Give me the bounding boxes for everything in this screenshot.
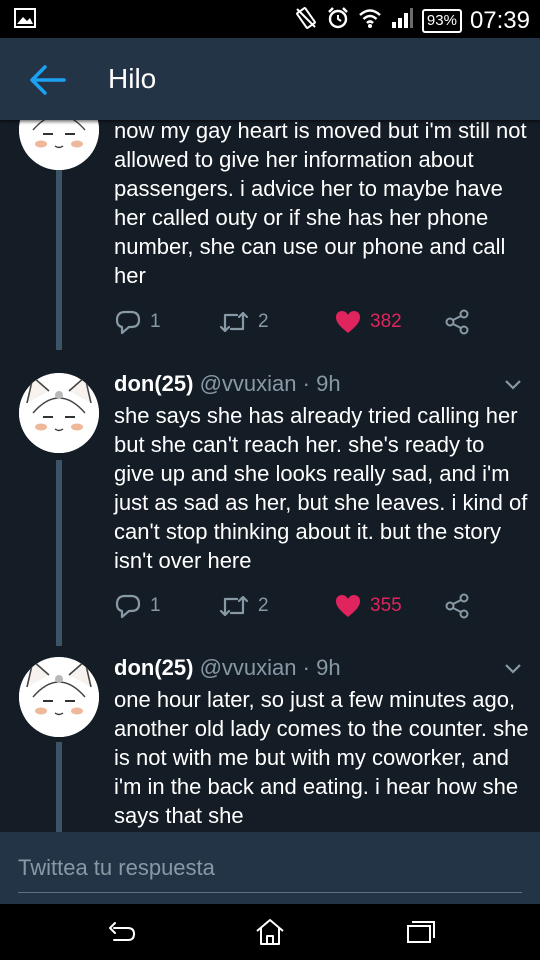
avatar[interactable] (19, 657, 99, 737)
home-nav-icon[interactable] (254, 918, 286, 946)
system-nav-bar (0, 904, 540, 960)
tweet-author-name[interactable]: don(25) (114, 371, 193, 396)
retweet-count: 2 (258, 595, 269, 616)
avatar[interactable] (19, 120, 99, 170)
reply-count: 1 (150, 311, 161, 332)
tweet-text: she says she has already tried calling h… (114, 403, 528, 573)
tweet-text: one hour later, so just a few minutes ag… (114, 687, 529, 828)
chevron-down-icon[interactable] (504, 379, 522, 391)
like-button[interactable]: 355 (334, 591, 402, 621)
reply-button[interactable]: 1 (114, 591, 161, 621)
heart-icon (336, 311, 360, 333)
reply-input-underline (18, 892, 522, 893)
share-button[interactable] (444, 591, 470, 621)
tweet-thread[interactable]: now my gay heart is moved but i'm still … (0, 120, 540, 832)
recents-nav-icon[interactable] (404, 918, 436, 946)
like-count: 382 (370, 311, 402, 332)
image-icon (14, 8, 36, 33)
wifi-icon (358, 7, 382, 34)
alarm-icon (326, 6, 350, 35)
header: Hilo (0, 38, 540, 120)
tweet-header: don(25) @vvuxian · 9h (114, 370, 341, 398)
share-icon (445, 593, 469, 619)
tweet-text: now my gay heart is moved but i'm still … (114, 120, 527, 288)
tweet-time: · 9h (302, 655, 341, 680)
tweet-header: don(25) @vvuxian · 9h (114, 654, 341, 682)
thread-connector (56, 170, 62, 350)
reply-count: 1 (150, 595, 161, 616)
avatar[interactable] (19, 373, 99, 453)
page-title: Hilo (108, 63, 157, 94)
heart-icon (336, 595, 360, 617)
back-nav-icon[interactable] (106, 918, 138, 946)
reply-button[interactable]: 1 (114, 307, 161, 337)
reply-icon (115, 310, 141, 335)
tweet-author-handle[interactable]: @vvuxian (200, 371, 297, 396)
tweet-time: · 9h (302, 371, 341, 396)
retweet-icon (219, 595, 249, 617)
share-button[interactable] (444, 307, 470, 337)
thread-connector (56, 460, 62, 646)
tweet-author-handle[interactable]: @vvuxian (200, 655, 297, 680)
like-button[interactable]: 382 (334, 307, 402, 337)
tweet-actions: 1 2 382 (114, 307, 514, 337)
thread-connector (56, 742, 62, 832)
vibrate-icon (294, 6, 318, 35)
retweet-button[interactable]: 2 (218, 591, 269, 621)
retweet-count: 2 (258, 311, 269, 332)
arrow-left-icon[interactable] (28, 63, 68, 97)
battery-icon: 93% (421, 8, 462, 33)
share-icon (445, 309, 469, 335)
signal-icon (390, 7, 414, 34)
tweet-author-name[interactable]: don(25) (114, 655, 193, 680)
like-count: 355 (370, 595, 402, 616)
reply-composer[interactable]: Twittea tu respuesta (0, 832, 540, 904)
clock: 07:39 (469, 6, 530, 34)
status-bar: 93% 07:39 (0, 0, 540, 38)
reply-icon (115, 594, 141, 619)
reply-input[interactable]: Twittea tu respuesta (18, 854, 215, 882)
tweet-actions: 1 2 355 (114, 591, 514, 621)
retweet-icon (219, 311, 249, 333)
retweet-button[interactable]: 2 (218, 307, 269, 337)
chevron-down-icon[interactable] (504, 663, 522, 675)
